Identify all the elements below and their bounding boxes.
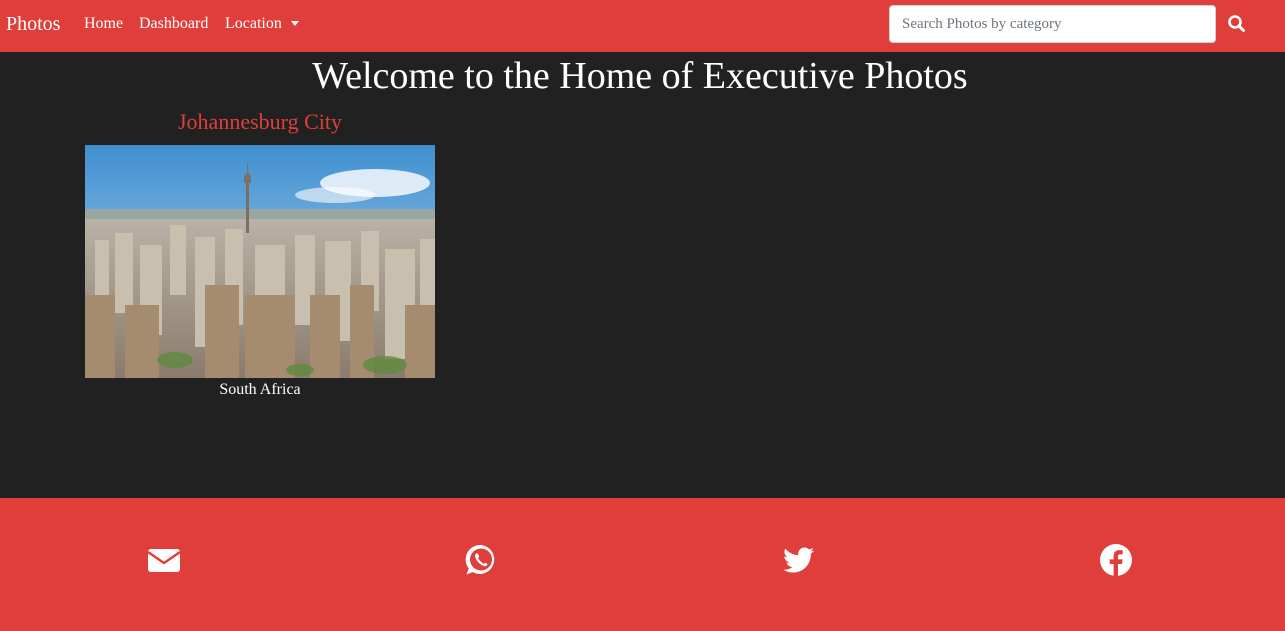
page-title: Welcome to the Home of Executive Photos bbox=[312, 55, 968, 97]
brand-link[interactable]: Photos bbox=[6, 12, 60, 36]
photo-card: Johannesburg City South Africa bbox=[85, 108, 435, 398]
whatsapp-icon bbox=[465, 544, 495, 575]
twitter-icon bbox=[783, 547, 814, 573]
twitter-link[interactable] bbox=[780, 542, 816, 578]
chevron-down-icon[interactable] bbox=[291, 21, 299, 26]
card-title: Johannesburg City bbox=[178, 109, 342, 134]
facebook-link[interactable] bbox=[1098, 542, 1134, 578]
whatsapp-link[interactable] bbox=[463, 542, 499, 578]
city-photo[interactable] bbox=[85, 145, 435, 378]
envelope-icon bbox=[147, 549, 181, 572]
search-icon bbox=[1228, 15, 1245, 32]
email-link[interactable] bbox=[146, 542, 182, 578]
top-navbar: Photos Home Dashboard Location bbox=[0, 0, 1285, 52]
footer bbox=[0, 498, 1285, 631]
search-button[interactable] bbox=[1224, 10, 1250, 38]
search-input[interactable] bbox=[889, 5, 1216, 43]
nav-dashboard-link[interactable]: Dashboard bbox=[139, 14, 208, 34]
card-caption: South Africa bbox=[219, 381, 301, 398]
nav-location-dropdown[interactable]: Location bbox=[225, 14, 282, 34]
nav-home-link[interactable]: Home bbox=[84, 14, 123, 34]
facebook-icon bbox=[1100, 544, 1132, 576]
